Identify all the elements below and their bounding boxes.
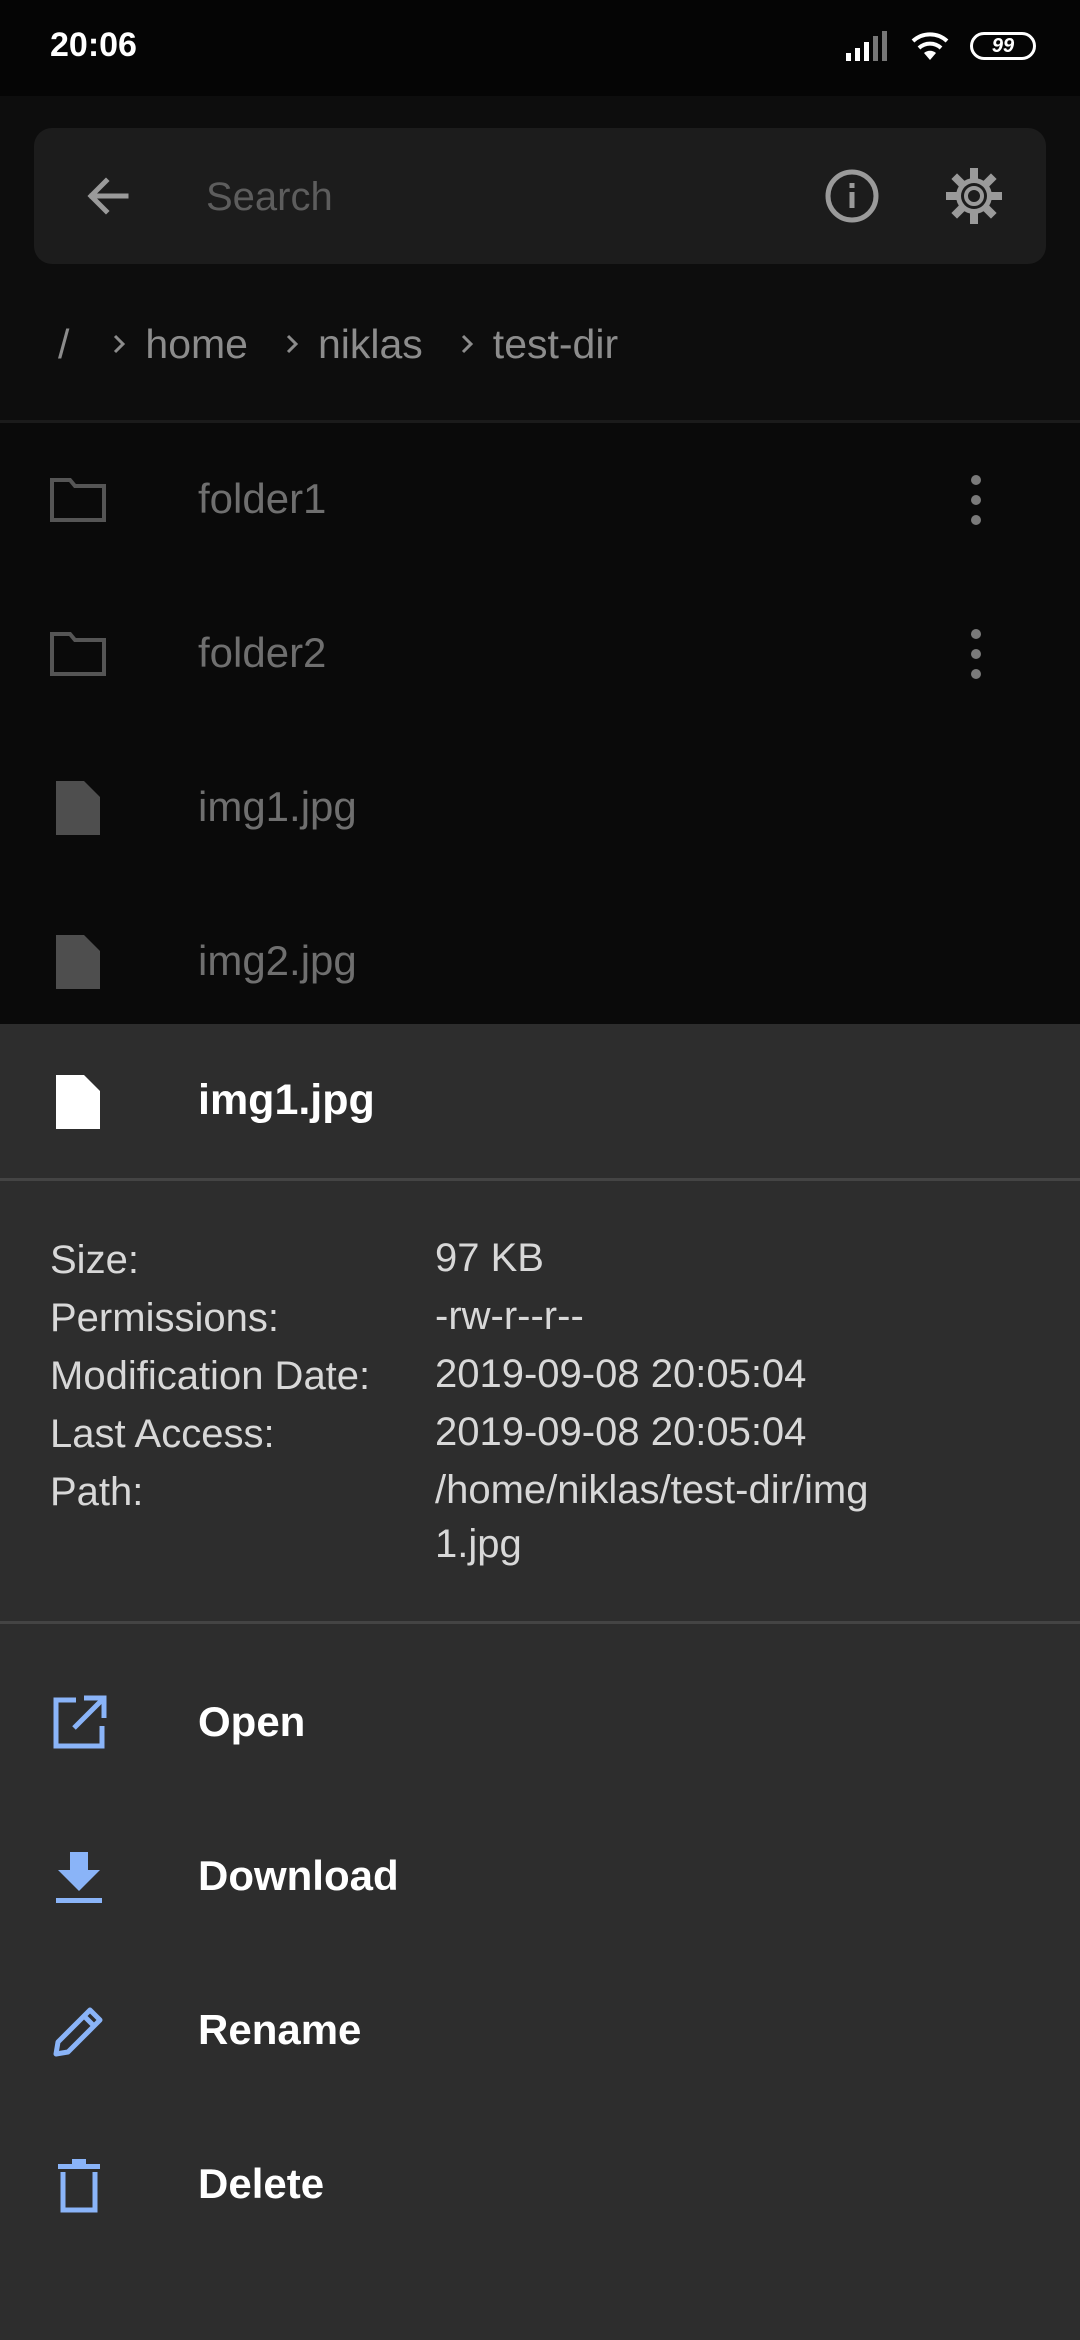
folder-icon — [50, 632, 106, 676]
detail-value: 2019-09-08 20:05:04 — [435, 1410, 807, 1454]
status-bar: 20:06 99 — [0, 0, 1080, 96]
detail-row-modification-date: Modification Date: 2019-09-08 20:05:04 — [0, 1347, 1080, 1405]
detail-label: Modification Date: — [50, 1354, 371, 1398]
more-vert-icon[interactable] — [956, 622, 996, 686]
breadcrumb: / home niklas test-dir — [58, 314, 650, 374]
detail-label: Path: — [50, 1470, 144, 1514]
detail-label: Size: — [50, 1238, 139, 1282]
top-app-bar: / home niklas test-dir — [0, 96, 1080, 422]
more-vert-icon[interactable] — [956, 468, 996, 532]
file-name: folder2 — [198, 629, 327, 676]
trash-icon — [58, 2159, 100, 2213]
file-icon — [56, 935, 100, 989]
list-item[interactable]: folder1 — [0, 423, 1080, 577]
wifi-icon — [911, 32, 949, 60]
breadcrumb-root[interactable]: / — [58, 321, 69, 368]
pencil-icon — [53, 2007, 103, 2057]
search-input[interactable] — [204, 166, 808, 228]
search-bar — [34, 128, 1046, 264]
detail-row-path: Path: /home/niklas/test-dir/img1.jpg — [0, 1463, 1080, 1571]
file-icon — [56, 781, 100, 835]
list-item[interactable]: folder2 — [0, 577, 1080, 731]
chevron-right-icon — [114, 334, 126, 354]
detail-row-permissions: Permissions: -rw-r--r-- — [0, 1289, 1080, 1347]
detail-value: /home/niklas/test-dir/img1.jpg — [435, 1468, 869, 1566]
arrow-back-icon[interactable] — [76, 164, 140, 228]
breadcrumb-item-test-dir[interactable]: test-dir — [493, 321, 618, 368]
delete-button[interactable]: Delete — [0, 2108, 1080, 2262]
chevron-right-icon — [286, 334, 299, 354]
sheet-title: img1.jpg — [198, 1076, 375, 1124]
file-name: folder1 — [198, 475, 327, 522]
detail-row-last-access: Last Access: 2019-09-08 20:05:04 — [0, 1405, 1080, 1463]
list-item[interactable]: img2.jpg — [0, 885, 1080, 1039]
detail-label: Permissions: — [50, 1296, 279, 1340]
detail-value: -rw-r--r-- — [435, 1294, 584, 1338]
gear-icon[interactable] — [942, 164, 1006, 228]
detail-row-size: Size: 97 KB — [0, 1231, 1080, 1289]
action-label: Delete — [198, 2160, 325, 2207]
action-label: Open — [198, 1698, 306, 1745]
file-name: img2.jpg — [198, 937, 357, 984]
breadcrumb-item-niklas[interactable]: niklas — [318, 321, 423, 368]
folder-icon — [50, 478, 106, 522]
chevron-right-icon — [461, 334, 473, 354]
detail-value: 2019-09-08 20:05:04 — [435, 1352, 807, 1396]
download-button[interactable]: Download — [0, 1800, 1080, 1954]
screen: 20:06 99 Search / home niklas test-dir f… — [0, 0, 1080, 2340]
status-time: 20:06 — [50, 26, 137, 64]
file-list: folder1 folder2 img1.jpg img2.jpg — [0, 423, 1080, 1039]
open-external-icon — [53, 1695, 107, 1749]
actions-list: Open Download Rename Delete — [0, 1624, 1080, 2262]
detail-value: 97 KB — [435, 1236, 544, 1280]
info-icon[interactable] — [820, 164, 884, 228]
file-details-sheet: img1.jpg Size: 97 KB Permissions: -rw-r-… — [0, 1024, 1080, 2340]
battery-indicator: 99 — [970, 32, 1036, 60]
file-details: Size: 97 KB Permissions: -rw-r--r-- Modi… — [0, 1181, 1080, 1621]
sheet-header: img1.jpg — [0, 1024, 1080, 1178]
file-icon — [56, 1075, 100, 1129]
action-label: Rename — [198, 2006, 362, 2053]
status-icons: 99 — [846, 30, 1036, 62]
list-item[interactable]: img1.jpg — [0, 731, 1080, 885]
detail-label: Last Access: — [50, 1412, 275, 1456]
signal-icon — [846, 31, 887, 61]
file-name: img1.jpg — [198, 783, 357, 830]
breadcrumb-item-home[interactable]: home — [145, 321, 248, 368]
action-label: Download — [198, 1852, 399, 1899]
open-button[interactable]: Open — [0, 1646, 1080, 1800]
rename-button[interactable]: Rename — [0, 1954, 1080, 2108]
download-icon — [56, 1852, 102, 1903]
